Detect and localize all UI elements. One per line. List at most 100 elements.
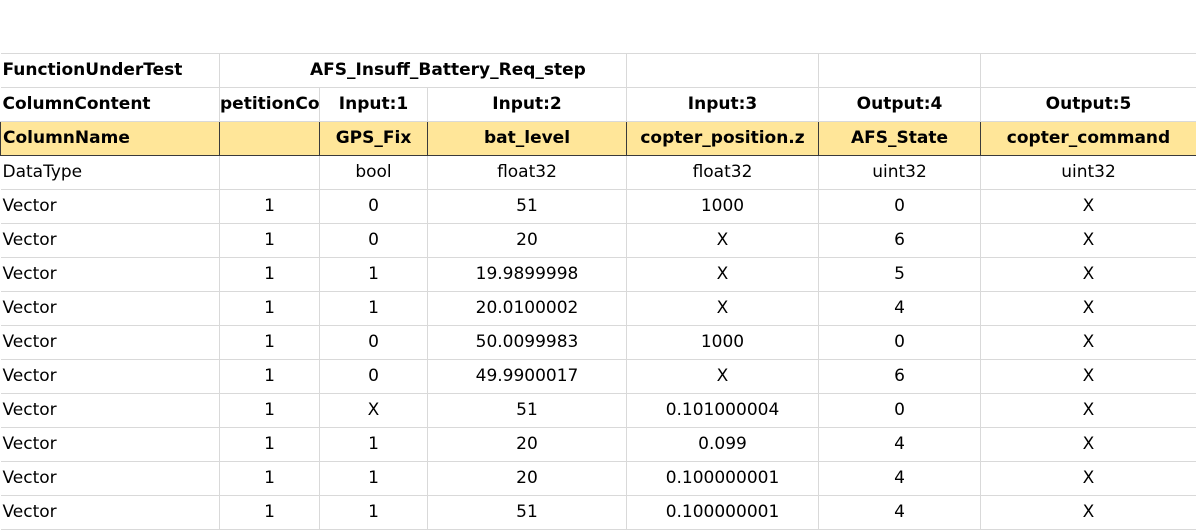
table-cell[interactable]: 4 (819, 292, 981, 326)
table-cell[interactable]: X (981, 292, 1196, 326)
table-cell[interactable]: X (627, 360, 819, 394)
table-row: Vector11200.0994X (1, 428, 1196, 462)
empty-cell[interactable] (627, 54, 819, 88)
data-type-cell[interactable]: bool (320, 156, 428, 190)
table-cell[interactable]: X (981, 190, 1196, 224)
content-cell[interactable]: petitionCo (220, 88, 320, 122)
table-cell[interactable]: 0 (320, 190, 428, 224)
table-cell[interactable]: 1 (220, 292, 320, 326)
data-type-cell[interactable]: uint32 (819, 156, 981, 190)
row-label-cell[interactable]: Vector (1, 360, 220, 394)
content-cell[interactable]: Output:5 (981, 88, 1196, 122)
empty-cell[interactable] (819, 54, 981, 88)
table-cell[interactable]: X (320, 394, 428, 428)
table-cell[interactable]: 0 (320, 326, 428, 360)
table-cell[interactable]: 1000 (627, 190, 819, 224)
data-type-cell[interactable]: float32 (627, 156, 819, 190)
column-name-cell[interactable]: AFS_State (819, 122, 981, 156)
table-cell[interactable]: 1 (320, 292, 428, 326)
column-content-label-cell[interactable]: ColumnContent (1, 88, 220, 122)
table-cell[interactable]: 6 (819, 360, 981, 394)
table-cell[interactable]: X (981, 496, 1196, 530)
table-cell[interactable]: X (981, 394, 1196, 428)
column-name-label-cell[interactable]: ColumnName (1, 122, 220, 156)
table-cell[interactable]: X (981, 428, 1196, 462)
empty-cell[interactable] (981, 54, 1196, 88)
table-row: Vector1119.9899998X5X (1, 258, 1196, 292)
table-cell[interactable]: 0 (320, 360, 428, 394)
table-cell[interactable]: 19.9899998 (428, 258, 627, 292)
table-cell[interactable]: 0.100000001 (627, 496, 819, 530)
table-cell[interactable]: 0 (320, 224, 428, 258)
table-cell[interactable]: 1 (220, 360, 320, 394)
content-cell[interactable]: Input:2 (428, 88, 627, 122)
table-cell[interactable]: 1 (220, 496, 320, 530)
table-cell[interactable]: X (981, 326, 1196, 360)
table-cell[interactable]: 1 (220, 224, 320, 258)
table-cell[interactable]: 49.9900017 (428, 360, 627, 394)
table-cell[interactable]: 4 (819, 496, 981, 530)
column-name-cell[interactable]: GPS_Fix (320, 122, 428, 156)
spreadsheet: FunctionUnderTest AFS_Insuff_Battery_Req… (0, 53, 1196, 530)
column-name-cell[interactable]: bat_level (428, 122, 627, 156)
table-cell[interactable]: 1 (320, 428, 428, 462)
table-cell[interactable]: 50.0099983 (428, 326, 627, 360)
table-cell[interactable]: 0.101000004 (627, 394, 819, 428)
test-vector-table: FunctionUnderTest AFS_Insuff_Battery_Req… (0, 53, 1196, 530)
column-name-cell[interactable] (220, 122, 320, 156)
table-cell[interactable]: 20 (428, 428, 627, 462)
data-type-cell[interactable]: float32 (428, 156, 627, 190)
table-cell[interactable]: 51 (428, 190, 627, 224)
row-label-cell[interactable]: Vector (1, 190, 220, 224)
function-name-cell[interactable]: AFS_Insuff_Battery_Req_step (220, 54, 627, 88)
row-label-cell[interactable]: Vector (1, 326, 220, 360)
table-cell[interactable]: 1 (320, 496, 428, 530)
data-type-cell[interactable] (220, 156, 320, 190)
table-cell[interactable]: 51 (428, 394, 627, 428)
table-cell[interactable]: 1 (220, 394, 320, 428)
data-type-cell[interactable]: uint32 (981, 156, 1196, 190)
table-cell[interactable]: 4 (819, 428, 981, 462)
row-label-cell[interactable]: Vector (1, 394, 220, 428)
table-cell[interactable]: 1 (320, 462, 428, 496)
table-cell[interactable]: 5 (819, 258, 981, 292)
table-cell[interactable]: X (981, 224, 1196, 258)
table-cell[interactable]: X (627, 292, 819, 326)
table-cell[interactable]: 20 (428, 224, 627, 258)
table-cell[interactable]: 1 (220, 462, 320, 496)
table-cell[interactable]: 0 (819, 394, 981, 428)
table-cell[interactable]: 1 (220, 326, 320, 360)
table-cell[interactable]: 1 (220, 428, 320, 462)
table-cell[interactable]: 0 (819, 326, 981, 360)
column-name-cell[interactable]: copter_position.z (627, 122, 819, 156)
column-name-cell[interactable]: copter_command (981, 122, 1196, 156)
row-label-cell[interactable]: Vector (1, 292, 220, 326)
row-label-cell[interactable]: Vector (1, 224, 220, 258)
function-label-cell[interactable]: FunctionUnderTest (1, 54, 220, 88)
row-label-cell[interactable]: Vector (1, 496, 220, 530)
table-cell[interactable]: 4 (819, 462, 981, 496)
row-label-cell[interactable]: Vector (1, 258, 220, 292)
table-cell[interactable]: 6 (819, 224, 981, 258)
row-label-cell[interactable]: Vector (1, 462, 220, 496)
table-cell[interactable]: X (627, 224, 819, 258)
table-cell[interactable]: 1000 (627, 326, 819, 360)
table-cell[interactable]: 1 (220, 190, 320, 224)
content-cell[interactable]: Input:3 (627, 88, 819, 122)
table-cell[interactable]: X (981, 360, 1196, 394)
table-cell[interactable]: 1 (220, 258, 320, 292)
table-cell[interactable]: X (981, 462, 1196, 496)
table-cell[interactable]: 0.100000001 (627, 462, 819, 496)
table-cell[interactable]: X (627, 258, 819, 292)
table-cell[interactable]: 0.099 (627, 428, 819, 462)
table-cell[interactable]: 1 (320, 258, 428, 292)
row-label-cell[interactable]: Vector (1, 428, 220, 462)
content-cell[interactable]: Input:1 (320, 88, 428, 122)
table-cell[interactable]: 20 (428, 462, 627, 496)
data-type-label-cell[interactable]: DataType (1, 156, 220, 190)
content-cell[interactable]: Output:4 (819, 88, 981, 122)
table-cell[interactable]: 0 (819, 190, 981, 224)
table-cell[interactable]: 20.0100002 (428, 292, 627, 326)
table-cell[interactable]: 51 (428, 496, 627, 530)
table-cell[interactable]: X (981, 258, 1196, 292)
